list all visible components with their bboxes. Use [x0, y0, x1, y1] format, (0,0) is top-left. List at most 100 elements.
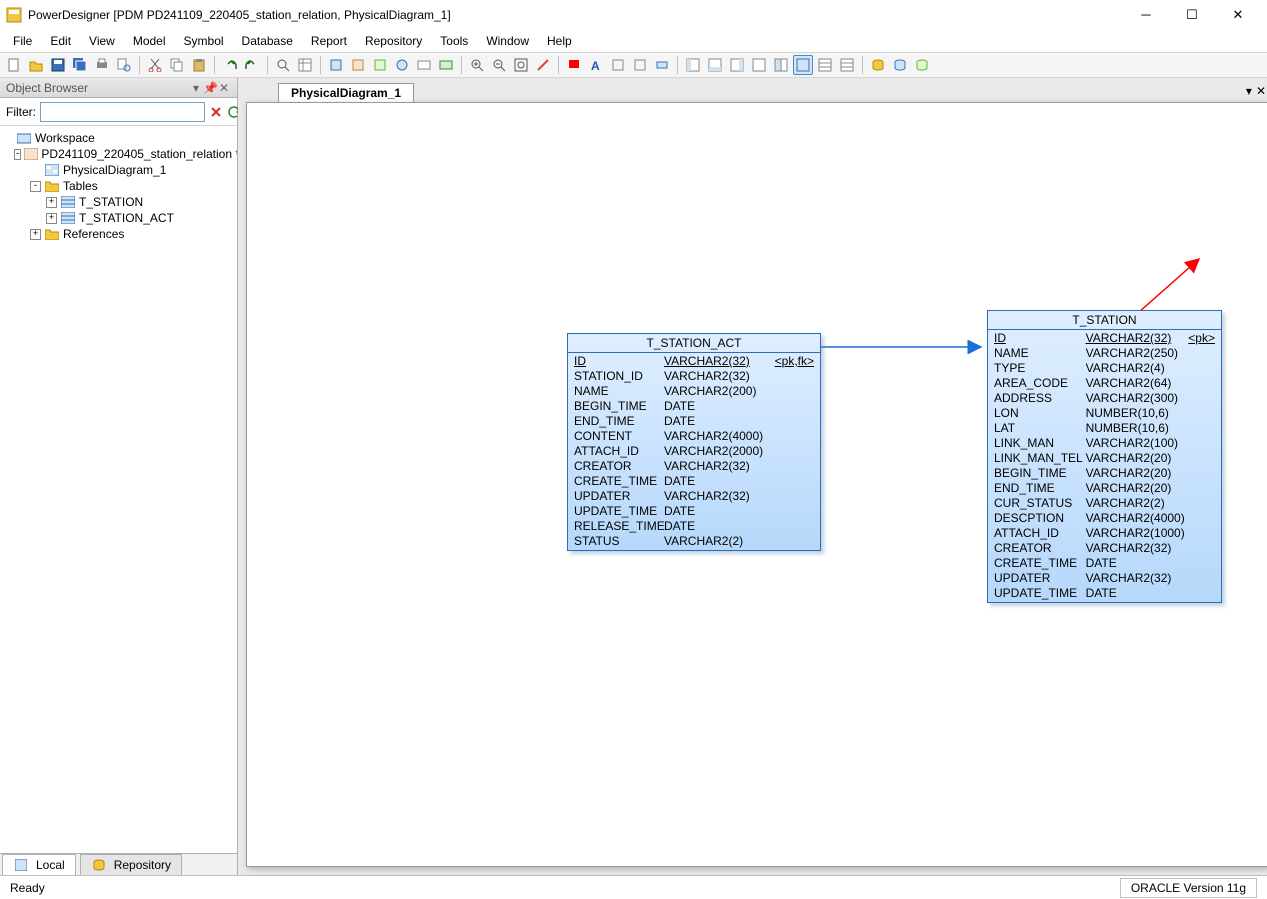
tree-diagram[interactable]: PhysicalDiagram_1 — [2, 162, 235, 178]
tool-icon[interactable] — [392, 55, 412, 75]
new-icon[interactable] — [4, 55, 24, 75]
tab-close-icon[interactable]: ✕ — [1256, 84, 1266, 98]
menu-report[interactable]: Report — [302, 32, 356, 50]
cut-icon[interactable] — [145, 55, 165, 75]
tree-workspace[interactable]: Workspace — [2, 130, 235, 146]
minimize-button[interactable]: ─ — [1123, 0, 1169, 30]
zoom-in-icon[interactable] — [467, 55, 487, 75]
zoom-fit-icon[interactable] — [511, 55, 531, 75]
tree-model[interactable]: - PD241109_220405_station_relation * — [2, 146, 235, 162]
menu-view[interactable]: View — [80, 32, 124, 50]
tree-references-folder[interactable]: + References — [2, 226, 235, 242]
tree-expand-icon[interactable]: + — [46, 197, 57, 208]
print-preview-icon[interactable] — [114, 55, 134, 75]
layout-icon[interactable] — [793, 55, 813, 75]
tree-expand-icon[interactable]: + — [46, 213, 57, 224]
filter-input[interactable] — [40, 102, 205, 122]
tab-menu-icon[interactable]: ▾ — [1246, 84, 1252, 98]
tool-icon[interactable] — [348, 55, 368, 75]
tool-icon[interactable] — [370, 55, 390, 75]
entity-column: UPDATE_TIMEDATE — [994, 586, 1215, 601]
db-icon[interactable] — [868, 55, 888, 75]
separator — [461, 56, 462, 74]
entity-column: CREATORVARCHAR2(32) — [574, 459, 814, 474]
tool-icon[interactable] — [652, 55, 672, 75]
menu-database[interactable]: Database — [233, 32, 302, 50]
find-icon[interactable] — [273, 55, 293, 75]
layout-icon[interactable] — [749, 55, 769, 75]
menu-edit[interactable]: Edit — [41, 32, 80, 50]
tree-collapse-icon[interactable]: - — [14, 149, 21, 160]
panel-close-icon[interactable]: ✕ — [217, 81, 231, 95]
object-tree[interactable]: Workspace - PD241109_220405_station_rela… — [0, 126, 237, 853]
diagram-tab[interactable]: PhysicalDiagram_1 — [278, 83, 414, 102]
open-icon[interactable] — [26, 55, 46, 75]
entity-t_station_act[interactable]: T_STATION_ACTIDVARCHAR2(32)<pk,fk>STATIO… — [567, 333, 821, 551]
tool-icon[interactable] — [630, 55, 650, 75]
separator — [862, 56, 863, 74]
text-icon[interactable]: A — [586, 55, 606, 75]
tree-table-item[interactable]: + T_STATION — [2, 194, 235, 210]
maximize-button[interactable]: ☐ — [1169, 0, 1215, 30]
tool-icon[interactable] — [533, 55, 553, 75]
entity-column: UPDATE_TIMEDATE — [574, 504, 814, 519]
filter-label: Filter: — [6, 105, 36, 119]
tab-local-label: Local — [36, 858, 65, 872]
print-icon[interactable] — [92, 55, 112, 75]
fill-color-icon[interactable] — [564, 55, 584, 75]
tool-icon[interactable] — [608, 55, 628, 75]
layout-icon[interactable] — [683, 55, 703, 75]
entity-column: IDVARCHAR2(32)<pk> — [994, 331, 1215, 346]
menu-symbol[interactable]: Symbol — [175, 32, 233, 50]
tree-table-item[interactable]: + T_STATION_ACT — [2, 210, 235, 226]
tree-expand-icon[interactable]: + — [30, 229, 41, 240]
menu-repository[interactable]: Repository — [356, 32, 431, 50]
close-button[interactable]: ✕ — [1215, 0, 1261, 30]
menu-file[interactable]: File — [4, 32, 41, 50]
entity-column: CREATE_TIMEDATE — [994, 556, 1215, 571]
layout-icon[interactable] — [837, 55, 857, 75]
zoom-out-icon[interactable] — [489, 55, 509, 75]
menu-help[interactable]: Help — [538, 32, 581, 50]
tree-tables-folder[interactable]: - Tables — [2, 178, 235, 194]
menu-model[interactable]: Model — [124, 32, 175, 50]
entity-column: NAMEVARCHAR2(200) — [574, 384, 814, 399]
folder-icon — [44, 227, 60, 241]
properties-icon[interactable] — [295, 55, 315, 75]
paste-icon[interactable] — [189, 55, 209, 75]
save-all-icon[interactable] — [70, 55, 90, 75]
db-icon[interactable] — [890, 55, 910, 75]
tree-collapse-icon[interactable]: - — [30, 181, 41, 192]
tree-tables-label: Tables — [63, 179, 98, 193]
separator — [558, 56, 559, 74]
layout-icon[interactable] — [705, 55, 725, 75]
copy-icon[interactable] — [167, 55, 187, 75]
undo-icon[interactable] — [220, 55, 240, 75]
tab-repository[interactable]: Repository — [80, 854, 182, 875]
svg-text:A: A — [591, 59, 600, 72]
entity-t_station[interactable]: T_STATIONIDVARCHAR2(32)<pk>NAMEVARCHAR2(… — [987, 310, 1222, 603]
reference-link[interactable] — [821, 340, 989, 354]
canvas-area: PhysicalDiagram_1 ▾ ✕ T_STATION_ACTIDVAR… — [238, 78, 1267, 875]
redo-icon[interactable] — [242, 55, 262, 75]
save-icon[interactable] — [48, 55, 68, 75]
tab-local[interactable]: Local — [2, 854, 76, 875]
menu-tools[interactable]: Tools — [431, 32, 477, 50]
separator — [139, 56, 140, 74]
db-icon[interactable] — [912, 55, 932, 75]
layout-icon[interactable] — [815, 55, 835, 75]
menu-window[interactable]: Window — [477, 32, 538, 50]
tool-icon[interactable] — [436, 55, 456, 75]
filter-clear-icon[interactable] — [209, 102, 223, 122]
diagram-canvas[interactable]: T_STATION_ACTIDVARCHAR2(32)<pk,fk>STATIO… — [246, 102, 1267, 867]
separator — [267, 56, 268, 74]
layout-icon[interactable] — [771, 55, 791, 75]
layout-icon[interactable] — [727, 55, 747, 75]
panel-menu-icon[interactable]: ▾ — [189, 81, 203, 95]
tree-model-label: PD241109_220405_station_relation * — [41, 147, 237, 161]
tool-icon[interactable] — [414, 55, 434, 75]
entity-column: STATUSVARCHAR2(2) — [574, 534, 814, 549]
tool-icon[interactable] — [326, 55, 346, 75]
panel-pin-icon[interactable]: 📌 — [203, 81, 217, 95]
workspace-icon — [16, 131, 32, 145]
